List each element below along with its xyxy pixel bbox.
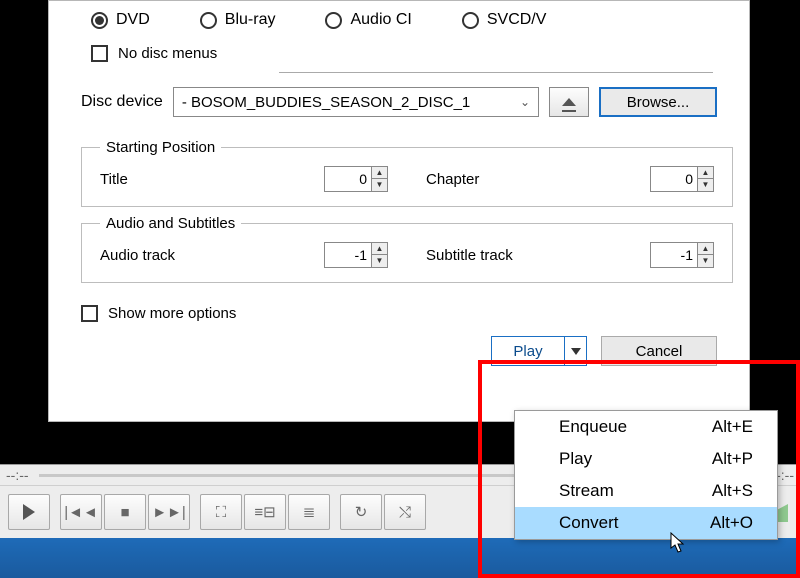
- menu-accel: Alt+E: [712, 417, 753, 437]
- up-icon[interactable]: ▲: [698, 167, 713, 179]
- cancel-button[interactable]: Cancel: [601, 336, 717, 366]
- subtitle-track-label: Subtitle track: [426, 247, 576, 264]
- play-split-button[interactable]: Play: [491, 336, 587, 366]
- starting-position-group: Starting Position Title 0 ▲▼ Chapter 0 ▲…: [81, 139, 733, 207]
- chevron-down-icon: ⌄: [520, 95, 530, 109]
- open-media-dialog: DVD Blu-ray Audio CI SVCD/V No disc menu…: [48, 0, 750, 422]
- no-disc-menus-checkbox[interactable]: [91, 45, 108, 62]
- next-button[interactable]: ►►|: [148, 494, 190, 530]
- chapter-value: 0: [651, 171, 697, 187]
- fullscreen-button[interactable]: ⛶: [200, 494, 242, 530]
- menu-accel: Alt+S: [712, 481, 753, 501]
- subtitle-track-spin[interactable]: -1 ▲▼: [650, 242, 714, 268]
- chapter-spin[interactable]: 0 ▲▼: [650, 166, 714, 192]
- title-spin[interactable]: 0 ▲▼: [324, 166, 388, 192]
- radio-audio-label: Audio CI: [350, 11, 411, 29]
- radio-audio-cd[interactable]: Audio CI: [325, 11, 411, 29]
- menu-item-play[interactable]: Play Alt+P: [515, 443, 777, 475]
- play-button[interactable]: [8, 494, 50, 530]
- browse-label: Browse...: [627, 94, 690, 111]
- playlist-button[interactable]: ≣: [288, 494, 330, 530]
- up-icon[interactable]: ▲: [698, 243, 713, 255]
- radio-bluray[interactable]: Blu-ray: [200, 11, 276, 29]
- stop-button[interactable]: ■: [104, 494, 146, 530]
- subtitle-track-value: -1: [651, 247, 697, 263]
- disc-device-value: - BOSOM_BUDDIES_SEASON_2_DISC_1: [182, 94, 470, 111]
- play-icon: [23, 504, 35, 520]
- radio-svcd[interactable]: SVCD/V: [462, 11, 547, 29]
- cancel-label: Cancel: [636, 343, 683, 360]
- eject-button[interactable]: [549, 87, 589, 117]
- radio-bluray-label: Blu-ray: [225, 11, 276, 29]
- play-dropdown-toggle[interactable]: [564, 337, 586, 365]
- time-elapsed: --:--: [6, 467, 29, 483]
- show-more-options-checkbox[interactable]: [81, 305, 98, 322]
- menu-accel: Alt+O: [710, 513, 753, 533]
- down-icon[interactable]: ▼: [698, 179, 713, 191]
- extended-button[interactable]: ≡⊟: [244, 494, 286, 530]
- down-icon[interactable]: ▼: [698, 255, 713, 267]
- starting-position-legend: Starting Position: [100, 139, 221, 156]
- random-button[interactable]: ⤭: [384, 494, 426, 530]
- menu-label: Enqueue: [559, 417, 627, 437]
- eject-icon: [562, 98, 576, 106]
- menu-accel: Alt+P: [712, 449, 753, 469]
- menu-item-enqueue[interactable]: Enqueue Alt+E: [515, 411, 777, 443]
- title-value: 0: [325, 171, 371, 187]
- menu-label: Convert: [559, 513, 619, 533]
- down-icon[interactable]: ▼: [372, 255, 387, 267]
- audio-track-label: Audio track: [100, 247, 250, 264]
- radio-svcd-label: SVCD/V: [487, 11, 547, 29]
- title-label: Title: [100, 171, 250, 188]
- down-icon[interactable]: ▼: [372, 179, 387, 191]
- disc-device-combo[interactable]: - BOSOM_BUDDIES_SEASON_2_DISC_1 ⌄: [173, 87, 539, 117]
- taskbar: [0, 538, 800, 578]
- chapter-label: Chapter: [426, 171, 576, 188]
- audio-track-value: -1: [325, 247, 371, 263]
- menu-item-stream[interactable]: Stream Alt+S: [515, 475, 777, 507]
- prev-button[interactable]: |◄◄: [60, 494, 102, 530]
- dropdown-triangle-icon: [571, 348, 581, 355]
- play-dropdown-menu: Enqueue Alt+E Play Alt+P Stream Alt+S Co…: [514, 410, 778, 540]
- up-icon[interactable]: ▲: [372, 243, 387, 255]
- audio-track-spin[interactable]: -1 ▲▼: [324, 242, 388, 268]
- menu-item-convert[interactable]: Convert Alt+O: [515, 507, 777, 539]
- menu-label: Play: [559, 449, 592, 469]
- no-disc-menus-label: No disc menus: [118, 45, 217, 62]
- radio-dvd-label: DVD: [116, 11, 150, 29]
- radio-dvd[interactable]: DVD: [91, 11, 150, 29]
- menu-label: Stream: [559, 481, 614, 501]
- show-more-options-label: Show more options: [108, 305, 236, 322]
- loop-button[interactable]: ↻: [340, 494, 382, 530]
- up-icon[interactable]: ▲: [372, 167, 387, 179]
- browse-button[interactable]: Browse...: [599, 87, 717, 117]
- audio-subtitles-group: Audio and Subtitles Audio track -1 ▲▼ Su…: [81, 215, 733, 283]
- play-button-label: Play: [492, 343, 564, 360]
- disc-device-label: Disc device: [81, 93, 163, 111]
- audio-subtitles-legend: Audio and Subtitles: [100, 215, 241, 232]
